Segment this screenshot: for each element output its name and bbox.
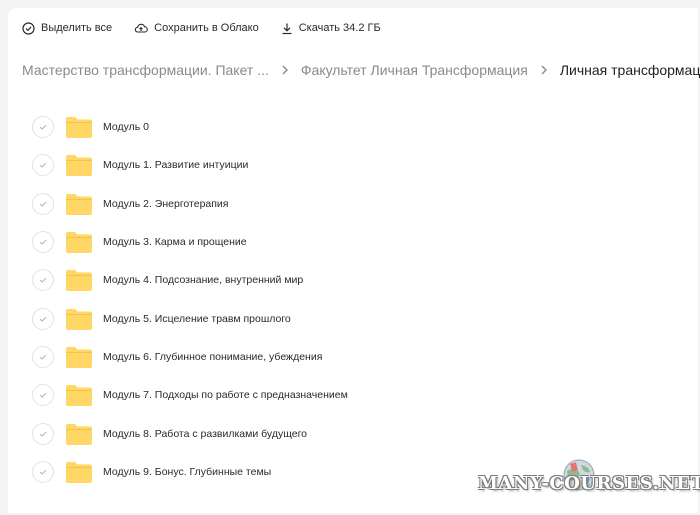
breadcrumb-item-faculty[interactable]: Факультет Личная Трансформация [301,62,528,78]
download-icon [282,23,292,34]
folder-icon [66,385,92,407]
folder-icon [66,232,92,254]
checkmark-icon [39,278,47,284]
checkmark-icon [39,163,47,169]
folder-row[interactable]: Модуль 7. Подходы по работе с предназнач… [30,376,670,414]
row-select-checkbox[interactable] [32,231,54,254]
folder-list: Модуль 0 Модуль 1. Развитие интуиции Мод… [30,108,670,491]
download-label: Скачать 34.2 ГБ [298,22,381,34]
chevron-right-icon [540,65,548,75]
breadcrumb: Мастерство трансформации. Пакет ... Факу… [22,60,700,80]
breadcrumb-item-current: Личная трансформация [559,62,700,78]
row-select-checkbox[interactable] [32,269,54,292]
folder-row[interactable]: Модуль 3. Карма и прощение [30,223,670,261]
folder-row[interactable]: Модуль 0 [30,108,670,146]
folder-row[interactable]: Модуль 2. Энерготерапия [30,185,670,223]
row-select-checkbox[interactable] [32,422,54,445]
download-button[interactable]: Скачать 34.2 ГБ [281,22,381,35]
checkmark-icon [39,354,47,360]
select-all-button[interactable]: Выделить все [22,21,113,35]
cloud-upload-icon [134,23,148,33]
folder-name: Модуль 3. Карма и прощение [103,236,247,249]
watermark-text: MANY-COURSES.NET [478,473,700,494]
chevron-right-icon [281,65,289,75]
folder-name: Модуль 4. Подсознание, внутренний мир [103,274,304,287]
checkmark-icon [39,316,47,322]
folder-icon [66,423,92,445]
folder-name: Модуль 2. Энерготерапия [103,197,229,210]
folder-row[interactable]: Модуль 5. Исцеление травм прошлого [30,299,670,337]
row-select-checkbox[interactable] [32,154,54,177]
folder-icon [66,117,92,139]
folder-icon [66,346,92,368]
folder-icon [66,308,92,330]
save-to-cloud-button[interactable]: Сохранить в Облако [134,22,259,34]
folder-name: Модуль 8. Работа с развилками будущего [103,427,308,440]
row-select-checkbox[interactable] [32,384,54,407]
folder-row[interactable]: Модуль 4. Подсознание, внутренний мир [30,261,670,299]
folder-icon [66,270,92,292]
breadcrumb-item-root[interactable]: Мастерство трансформации. Пакет ... [22,62,269,78]
folder-name: Модуль 1. Развитие интуиции [103,159,249,172]
checkmark-icon [39,124,47,130]
folder-name: Модуль 9. Бонус. Глубинные темы [103,465,272,478]
row-select-checkbox[interactable] [32,116,54,139]
select-all-label: Выделить все [41,22,113,34]
checkmark-icon [39,393,47,398]
row-select-checkbox[interactable] [32,460,54,483]
checkmark-icon [39,431,47,437]
folder-icon [66,193,92,215]
toolbar: Выделить все Сохранить в Облако Скачать … [22,18,403,38]
folder-icon [66,461,92,483]
folder-row[interactable]: Модуль 8. Работа с развилками будущего [30,414,670,452]
row-select-checkbox[interactable] [32,345,54,368]
checkmark-icon [39,201,47,207]
save-to-cloud-label: Сохранить в Облако [154,22,259,34]
watermark: MANY-COURSES.NET [478,458,700,508]
folder-name: Модуль 5. Исцеление травм прошлого [103,312,291,325]
folder-name: Модуль 6. Глубинное понимание, убеждения [103,350,323,363]
checkmark-icon [39,469,47,475]
folder-row[interactable]: Модуль 6. Глубинное понимание, убеждения [30,338,670,376]
folder-name: Модуль 7. Подходы по работе с предназнач… [103,389,348,402]
row-select-checkbox[interactable] [32,307,54,330]
folder-name: Модуль 0 [103,121,149,134]
check-circle-icon [22,21,35,35]
folder-icon [66,155,92,177]
row-select-checkbox[interactable] [32,192,54,215]
file-browser-panel: Выделить все Сохранить в Облако Скачать … [8,8,700,513]
checkmark-icon [39,239,47,245]
folder-row[interactable]: Модуль 1. Развитие интуиции [30,146,670,184]
